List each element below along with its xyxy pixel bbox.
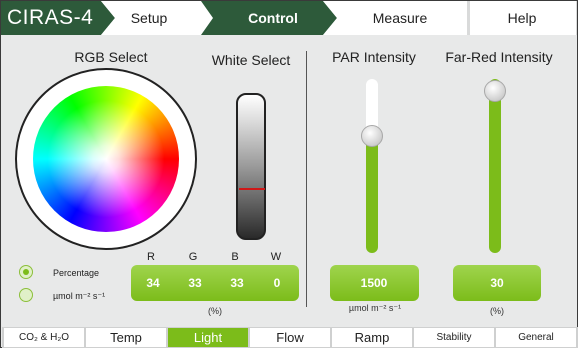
header-r: R [147, 251, 155, 263]
value-g[interactable]: 33 [175, 265, 215, 301]
tab-co2-h2o[interactable]: CO₂ & H₂O [4, 328, 84, 347]
tab-temp[interactable]: Temp [86, 328, 166, 347]
farred-slider-fill[interactable] [489, 79, 501, 253]
nav-setup[interactable]: Setup [109, 1, 189, 35]
umol-label: µmol m⁻² s⁻¹ [53, 291, 106, 301]
par-slider-fill[interactable] [366, 136, 378, 253]
radio-selected-dot [23, 269, 29, 275]
nav-control[interactable]: Control [221, 1, 325, 35]
tab-light[interactable]: Light [168, 328, 248, 347]
par-value-box[interactable]: 1500 [330, 265, 419, 301]
top-navigation: CIRAS-4 Setup Control Measure Help [1, 1, 577, 35]
par-slider-knob[interactable] [361, 125, 383, 147]
nav-measure[interactable]: Measure [341, 1, 459, 35]
umol-radio[interactable] [19, 288, 33, 302]
tab-general[interactable]: General [496, 328, 576, 347]
app-window: CIRAS-4 Setup Control Measure Help RGB S… [0, 0, 578, 348]
header-g: G [188, 251, 198, 263]
white-select-slider[interactable] [236, 93, 266, 240]
farred-value-box[interactable]: 30 [453, 265, 541, 301]
brand-logo: CIRAS-4 [7, 6, 94, 29]
bottom-tab-bar: CO₂ & H₂O Temp Light Flow Ramp Stability… [2, 327, 578, 348]
rgb-select-title: RGB Select [74, 49, 148, 65]
farred-unit: (%) [490, 306, 504, 316]
farred-intensity-title: Far-Red Intensity [445, 49, 553, 65]
rgb-unit: (%) [208, 306, 222, 316]
value-r[interactable]: 34 [133, 265, 173, 301]
par-value[interactable]: 1500 [354, 265, 394, 301]
farred-slider-knob[interactable] [484, 80, 506, 102]
value-w[interactable]: 0 [257, 265, 297, 301]
rgbw-values-box[interactable]: 34 33 33 0 [131, 265, 299, 301]
section-divider [306, 51, 307, 307]
white-level-marker[interactable] [239, 188, 265, 190]
tab-stability[interactable]: Stability [414, 328, 494, 347]
white-select-title: White Select [211, 52, 291, 68]
header-b: B [231, 251, 239, 263]
percentage-label: Percentage [53, 268, 100, 278]
percentage-radio[interactable] [19, 265, 33, 279]
par-intensity-title: PAR Intensity [332, 49, 416, 65]
par-unit: µmol m⁻² s⁻¹ [348, 303, 402, 313]
header-w: W [270, 251, 282, 263]
rgb-color-wheel[interactable] [33, 86, 179, 232]
value-b[interactable]: 33 [217, 265, 257, 301]
nav-help[interactable]: Help [470, 1, 574, 35]
tab-ramp[interactable]: Ramp [332, 328, 412, 347]
farred-value[interactable]: 30 [477, 265, 517, 301]
color-wheel-frame [15, 68, 197, 250]
tab-flow[interactable]: Flow [250, 328, 330, 347]
